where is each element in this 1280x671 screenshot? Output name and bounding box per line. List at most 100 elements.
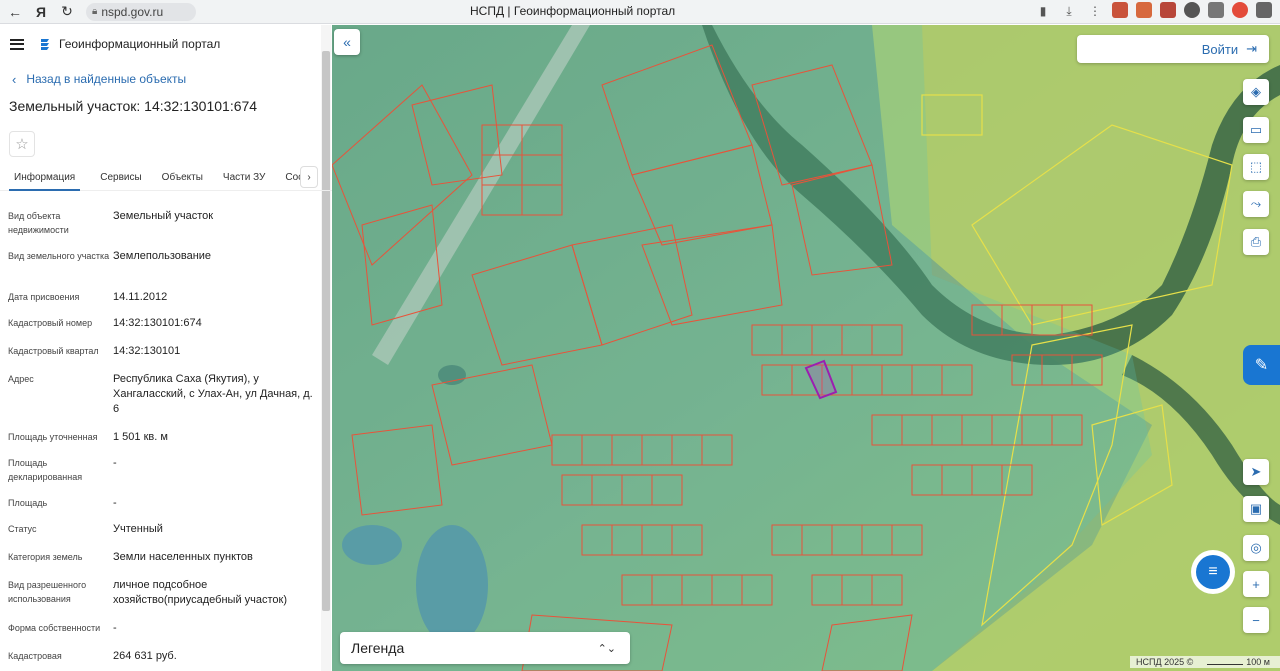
attr-label: Статус <box>8 524 37 534</box>
attr-row: Кадастровый квартал 14:32:130101 <box>8 344 332 372</box>
extension-icon[interactable] <box>1160 2 1176 18</box>
attr-row: Вид объекта недвижимости Земельный участ… <box>8 209 332 249</box>
share-icon[interactable]: ⤳ <box>1243 191 1269 217</box>
extension-icon[interactable] <box>1184 2 1200 18</box>
legend-label: Легенда <box>351 640 405 656</box>
address-bar[interactable]: 🔒︎ nspd.gov.ru <box>86 2 196 21</box>
bookmark-icon[interactable]: ▮ <box>1034 2 1052 20</box>
minimap-icon[interactable]: ▣ <box>1243 496 1269 522</box>
attr-label: Вид земельного участка <box>8 251 110 261</box>
geolocate-icon[interactable]: ➤ <box>1243 459 1269 485</box>
lock-icon: 🔒︎ <box>92 6 98 17</box>
attr-label: Кадастровый номер <box>8 318 93 328</box>
select-area-icon[interactable]: ⬚ <box>1243 154 1269 180</box>
attr-row: Вид разрешенного использования личное по… <box>8 578 332 621</box>
attr-row: Кадастровый номер 14:32:130101:674 <box>8 316 332 344</box>
extension-icon[interactable] <box>1208 2 1224 18</box>
extension-icon[interactable] <box>1232 2 1248 18</box>
login-label: Войти <box>1201 41 1239 57</box>
tab-parts[interactable]: Части ЗУ <box>223 165 265 191</box>
attr-value: Землепользование <box>113 250 212 262</box>
print-icon[interactable]: ⎙ <box>1243 229 1269 255</box>
attr-label: Вид разрешенного использования <box>8 580 87 604</box>
zoom-in-icon[interactable]: + <box>1243 571 1269 597</box>
attr-row: Площадь декларированная - <box>8 456 332 496</box>
attr-value: - <box>113 497 117 509</box>
reload-icon[interactable]: ↻ <box>56 1 78 23</box>
panel-header: Геоинформационный портал <box>0 25 332 63</box>
back-link-label: Назад в найденные объекты <box>26 72 187 86</box>
attr-row: Форма собственности - <box>8 621 332 649</box>
attr-label: Площадь декларированная <box>8 458 83 482</box>
login-arrow-icon: ⇥ <box>1246 41 1257 56</box>
attr-value: 14.11.2012 <box>113 291 168 303</box>
attr-row: Вид земельного участка Землепользование <box>8 249 332 290</box>
chat-button[interactable]: ≡ <box>1191 550 1235 594</box>
more-menu-icon[interactable]: ⋮ <box>1086 2 1104 20</box>
attr-label: Кадастровый квартал <box>8 346 99 356</box>
extension-icon[interactable] <box>1112 2 1128 18</box>
attr-row: Кадастровая 264 631 руб. <box>8 649 332 669</box>
attr-label: Дата присвоения <box>8 292 80 302</box>
download-icon[interactable]: ⤓ <box>1060 2 1078 20</box>
object-title: Земельный участок: 14:32:130101:674 <box>9 98 258 114</box>
attribution-text: НСПД 2025 © <box>1136 657 1194 667</box>
attr-row: Статус Учтенный <box>8 522 332 550</box>
attr-value: - <box>113 457 117 469</box>
tabs-scroll-right-icon[interactable]: › <box>300 166 318 188</box>
layers-icon[interactable]: ◈ <box>1243 79 1269 105</box>
scale-bar <box>1207 659 1244 665</box>
collapse-panel-icon[interactable]: « <box>334 29 360 55</box>
satellite-map[interactable] <box>332 25 1280 671</box>
info-panel: Геоинформационный портал ‹ Назад в найде… <box>0 25 332 671</box>
back-arrow-icon[interactable]: ← <box>4 1 26 23</box>
back-to-results-link[interactable]: ‹ Назад в найденные объекты <box>0 63 332 95</box>
login-button[interactable]: Войти ⇥ <box>1077 35 1269 63</box>
attr-value: Земли населенных пунктов <box>113 551 253 563</box>
attr-label: Форма собственности <box>8 623 101 633</box>
puzzle-icon[interactable] <box>1256 2 1272 18</box>
attr-value: 1 501 кв. м <box>113 431 168 443</box>
attr-row: Адрес Республика Саха (Якутия), у Хангал… <box>8 372 332 430</box>
attr-value: 14:32:130101:674 <box>113 317 202 329</box>
attr-row: Площадь уточненная 1 501 кв. м <box>8 430 332 456</box>
ruler-icon[interactable]: ▭ <box>1243 117 1269 143</box>
map-attribution: НСПД 2025 © 100 м <box>1130 656 1280 668</box>
attr-value: Учтенный <box>113 523 163 535</box>
scrollbar-thumb[interactable] <box>322 51 330 611</box>
attr-value: личное подсобное хозяйство(приусадебный … <box>113 579 288 606</box>
legend-selector[interactable]: Легенда ⌃⌄ <box>340 632 630 664</box>
attr-label: Площадь уточненная <box>8 432 98 442</box>
attr-value: Республика Саха (Якутия), у Хангаласский… <box>113 373 313 415</box>
tab-objects[interactable]: Объекты <box>162 165 203 191</box>
attr-label: Вид объекта недвижимости <box>8 211 69 235</box>
yandex-icon[interactable]: Я <box>30 1 52 23</box>
attr-row: Площадь - <box>8 496 332 522</box>
portal-logo-icon <box>41 39 49 50</box>
tab-information[interactable]: Информация <box>9 165 81 191</box>
chevron-updown-icon: ⌃⌄ <box>597 642 616 655</box>
portal-title: Геоинформационный портал <box>59 37 221 51</box>
attributes-list: Вид объекта недвижимости Земельный участ… <box>0 209 332 669</box>
menu-icon[interactable] <box>10 38 24 50</box>
attr-row: Дата присвоения 14.11.2012 <box>8 290 332 316</box>
chat-icon: ≡ <box>1196 555 1230 589</box>
attr-row: Категория земель Земли населенных пункто… <box>8 550 332 578</box>
attr-value: Земельный участок <box>113 210 214 222</box>
zoom-out-icon[interactable]: − <box>1243 607 1269 633</box>
attr-value: 264 631 руб. <box>113 650 177 662</box>
locate-point-icon[interactable]: ◎ <box>1243 535 1269 561</box>
extension-icon[interactable] <box>1136 2 1152 18</box>
browser-toolbar: ← Я ↻ 🔒︎ nspd.gov.ru НСПД | Геоинформаци… <box>0 0 1280 24</box>
feedback-icon[interactable]: ✎ <box>1243 345 1280 385</box>
tab-services[interactable]: Сервисы <box>100 165 141 191</box>
attr-label: Категория земель <box>8 552 83 562</box>
tab-bar: Информация Сервисы Объекты Части ЗУ Сост… <box>0 165 332 191</box>
attr-value: 14:32:130101 <box>113 345 181 357</box>
url-text: nspd.gov.ru <box>101 4 164 19</box>
map-canvas[interactable] <box>332 25 1280 671</box>
attr-label: Адрес <box>8 374 34 384</box>
attr-value: - <box>113 622 117 634</box>
chevron-left-icon: ‹ <box>12 71 17 87</box>
favorite-star-icon[interactable]: ☆ <box>9 131 35 157</box>
